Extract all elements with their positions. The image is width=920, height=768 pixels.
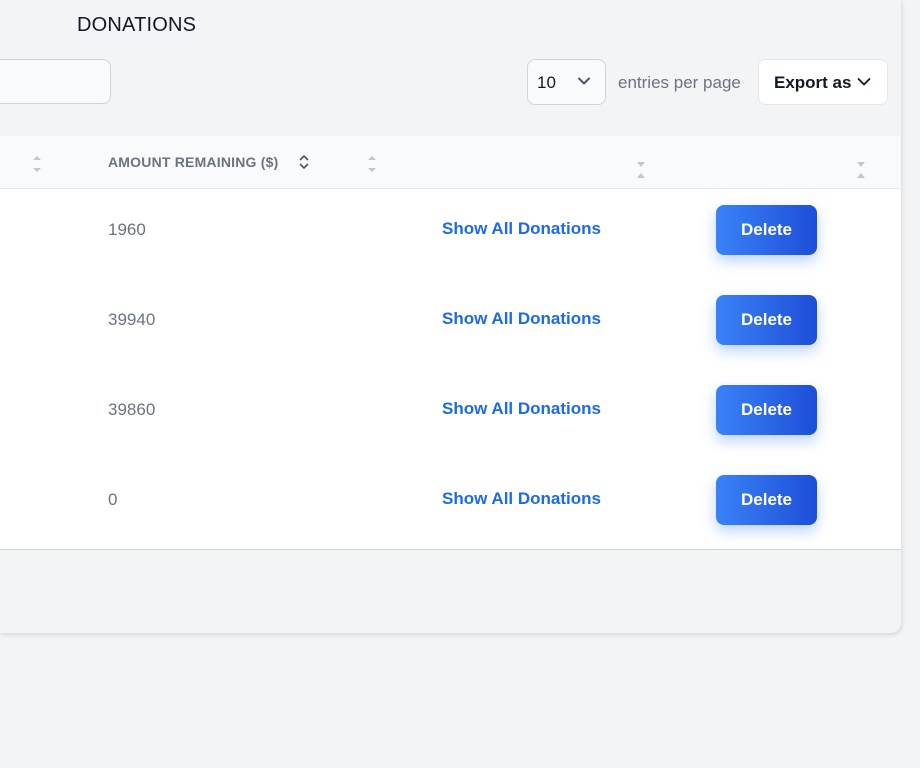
sort-icon[interactable] [366, 154, 378, 179]
sort-icon[interactable] [31, 154, 43, 179]
table-row: 1960 Show All Donations Delete [0, 189, 901, 279]
export-button[interactable]: Export as [758, 59, 888, 105]
donations-panel: DONATIONS 10 entries per page Export as … [0, 0, 901, 633]
entries-per-page-label: entries per page [618, 73, 741, 92]
delete-button[interactable]: Delete [716, 205, 817, 255]
show-all-donations-link[interactable]: Show All Donations [442, 399, 601, 419]
entries-per-page-value: 10 [537, 73, 556, 92]
amount-remaining-cell: 1960 [108, 220, 146, 239]
export-button-label: Export as [774, 73, 852, 92]
sort-toggle-icon[interactable] [298, 153, 310, 176]
sort-icon[interactable] [635, 160, 647, 185]
table-row: 39860 Show All Donations Delete [0, 369, 901, 459]
chevron-down-icon [857, 75, 871, 94]
show-all-donations-link[interactable]: Show All Donations [442, 309, 601, 329]
table-header: AMOUNT REMAINING ($) [0, 136, 901, 189]
table-row: 39940 Show All Donations Delete [0, 279, 901, 369]
amount-remaining-cell: 0 [108, 490, 118, 509]
sort-icon[interactable] [855, 160, 867, 185]
column-header-amount-remaining[interactable]: AMOUNT REMAINING ($) [108, 154, 278, 170]
table-row: 0 Show All Donations Delete [0, 459, 901, 549]
show-all-donations-link[interactable]: Show All Donations [442, 489, 601, 509]
delete-button[interactable]: Delete [716, 385, 817, 435]
delete-button[interactable]: Delete [716, 475, 817, 525]
chevron-down-icon [577, 74, 591, 93]
search-input[interactable] [0, 59, 111, 104]
table-body: 1960 Show All Donations Delete 39940 Sho… [0, 189, 901, 550]
page-title: DONATIONS [77, 14, 197, 36]
entries-per-page-select[interactable]: 10 [527, 59, 606, 105]
show-all-donations-link[interactable]: Show All Donations [442, 219, 601, 239]
delete-button[interactable]: Delete [716, 295, 817, 345]
amount-remaining-cell: 39940 [108, 310, 156, 329]
amount-remaining-cell: 39860 [108, 400, 156, 419]
